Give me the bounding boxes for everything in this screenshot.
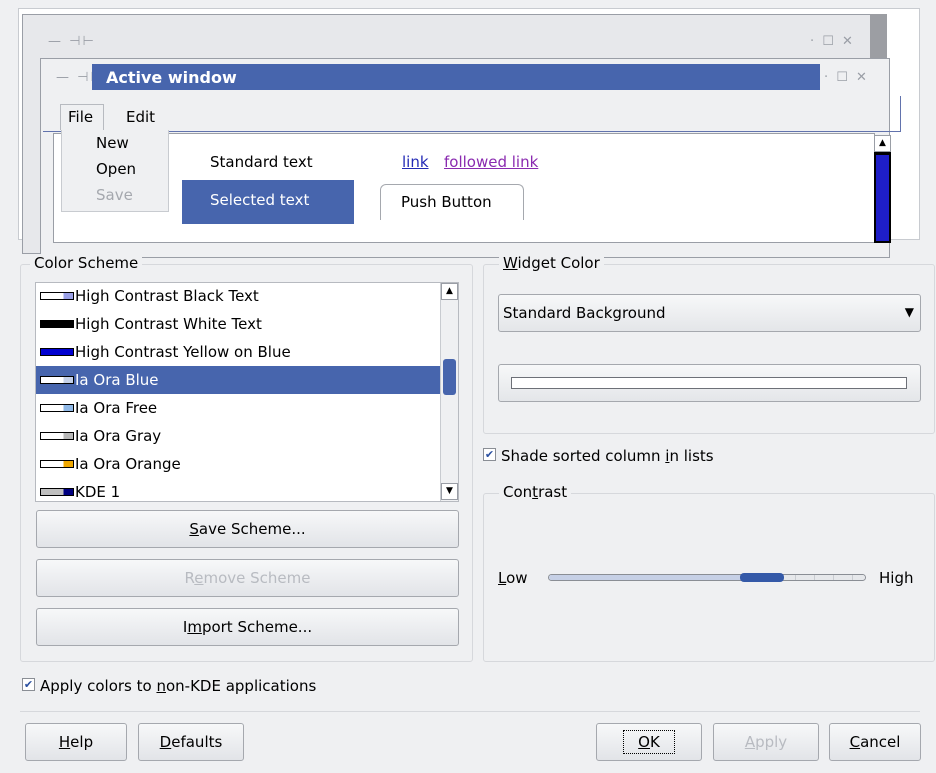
scheme-list-item[interactable]: High Contrast White Text [36, 310, 442, 338]
import-scheme-button[interactable]: Import Scheme... [36, 608, 459, 646]
widget-color-group [483, 264, 935, 434]
contrast-high-label: High [879, 569, 914, 587]
apply-non-kde-checkbox[interactable]: ✔ [22, 678, 35, 691]
scheme-list-item-label: High Contrast Yellow on Blue [75, 343, 291, 361]
preview-popup-new: New [96, 134, 129, 152]
scheme-list-item[interactable]: High Contrast Yellow on Blue [36, 338, 442, 366]
shade-sorted-checkbox-row[interactable]: ✔ Shade sorted column in lists [483, 447, 714, 465]
active-window-title: Active window [106, 68, 237, 87]
defaults-button[interactable]: Defaults [138, 723, 244, 761]
scheme-swatch-icon [40, 403, 74, 412]
contrast-title: Contrast [499, 483, 572, 501]
scheme-swatch-icon [40, 431, 74, 440]
remove-scheme-button[interactable]: Remove Scheme [36, 559, 459, 597]
widget-select[interactable]: Standard Background ▼ [498, 294, 921, 332]
scheme-swatch-icon [40, 319, 74, 328]
scheme-list-item[interactable]: KDE 1 [36, 478, 442, 501]
preview-scroll-up-icon: ▲ [874, 135, 891, 152]
preview-selected-text-label: Selected text [210, 191, 310, 209]
help-button[interactable]: Help [25, 723, 127, 761]
ok-button[interactable]: OK [596, 723, 702, 761]
scheme-list-item-label: KDE 1 [75, 483, 121, 501]
contrast-low-label: Low [498, 569, 528, 587]
scheme-swatch-icon [40, 375, 74, 384]
scroll-thumb[interactable] [443, 359, 456, 395]
scheme-list-item-label: Ia Ora Free [75, 399, 158, 417]
chevron-down-icon: ▼ [904, 305, 914, 319]
scheme-swatch-icon [40, 291, 74, 300]
contrast-slider-handle[interactable] [740, 573, 784, 582]
preview-scroll-thumb [876, 155, 889, 241]
apply-button[interactable]: Apply [713, 723, 819, 761]
scheme-list-item[interactable]: Ia Ora Orange [36, 450, 442, 478]
preview-menu-file: File [60, 104, 104, 130]
inactive-window-left-icons: — ⊣⊢ [48, 34, 96, 49]
scheme-list-item-label: High Contrast White Text [75, 315, 262, 333]
separator [20, 711, 920, 712]
scheme-list-item-label: High Contrast Black Text [75, 287, 259, 305]
scheme-list-item[interactable]: Ia Ora Free [36, 394, 442, 422]
shade-sorted-checkbox[interactable]: ✔ [483, 448, 496, 461]
scheme-list-scrollbar[interactable]: ▲ ▼ [440, 283, 458, 501]
scheme-swatch-icon [40, 347, 74, 356]
scheme-list-item[interactable]: Ia Ora Blue [36, 366, 442, 394]
widget-color-title: Widget Color [499, 254, 604, 272]
preview-followed-link: followed link [444, 153, 539, 171]
scroll-down-arrow-icon[interactable]: ▼ [441, 483, 458, 500]
scheme-list-item-label: Ia Ora Gray [75, 427, 162, 445]
preview-popup-save: Save [96, 186, 133, 204]
scheme-list-item[interactable]: High Contrast Black Text [36, 283, 442, 310]
cancel-button[interactable]: Cancel [829, 723, 921, 761]
active-window-right-icons: · ☐ ✕ [824, 70, 869, 85]
preview-standard-text: Standard text [210, 153, 313, 171]
scheme-swatch-icon [40, 459, 74, 468]
scheme-swatch-icon [40, 487, 74, 496]
shade-sorted-label: Shade sorted column in lists [501, 447, 714, 465]
preview-menu-edit: Edit [126, 108, 156, 126]
preview-push-button: Push Button [380, 184, 524, 220]
color-scheme-title: Color Scheme [30, 254, 143, 272]
widget-color-swatch [511, 377, 907, 389]
scheme-list-item-label: Ia Ora Orange [75, 455, 181, 473]
widget-color-button[interactable] [498, 364, 921, 402]
widget-select-value: Standard Background [503, 304, 666, 322]
scheme-list[interactable]: High Contrast Black Text High Contrast Wh… [35, 282, 459, 502]
preview-menubar [43, 96, 901, 132]
scheme-list-item-label: Ia Ora Blue [75, 371, 159, 389]
apply-non-kde-row[interactable]: ✔ Apply colors to non-KDE applications [22, 677, 316, 695]
preview-link: link [402, 153, 429, 171]
save-scheme-button[interactable]: Save Scheme... [36, 510, 459, 548]
preview-popup-menu: New Open Save [61, 130, 169, 212]
preview-popup-open: Open [96, 160, 137, 178]
inactive-window-right-icons: · ☐ ✕ [810, 34, 855, 49]
active-window-titlebar: Active window [92, 64, 820, 90]
preview-selected-text: Selected text [182, 180, 354, 224]
preview-scrollbar: ▲ [874, 135, 891, 243]
scroll-up-arrow-icon[interactable]: ▲ [441, 283, 458, 300]
contrast-slider[interactable] [548, 574, 866, 581]
scheme-list-item[interactable]: Ia Ora Gray [36, 422, 442, 450]
apply-non-kde-label: Apply colors to non-KDE applications [40, 677, 317, 695]
